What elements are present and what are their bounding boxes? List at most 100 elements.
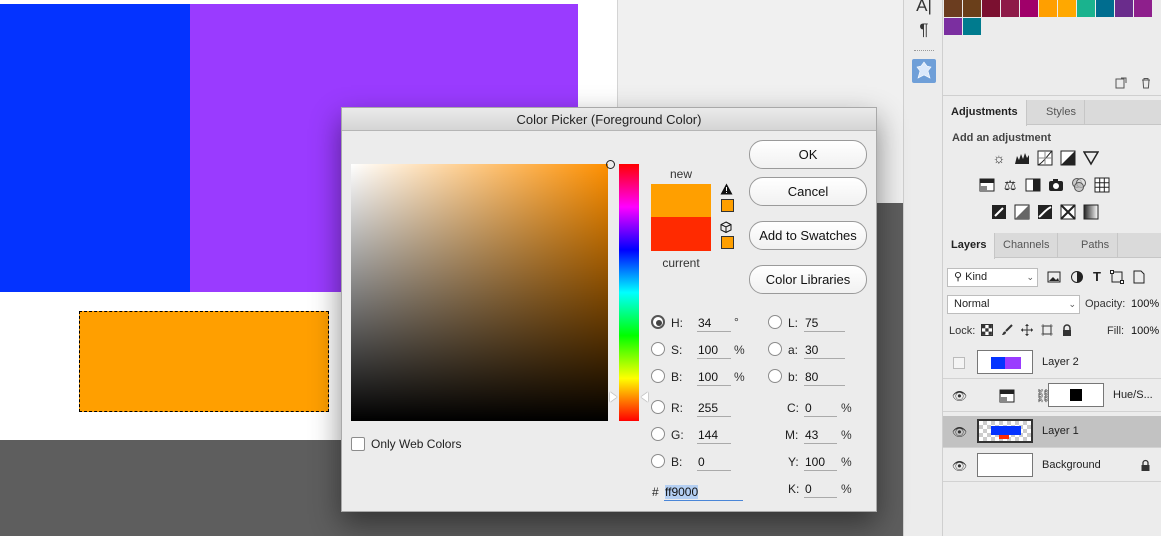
brightness-radio[interactable] [651,369,665,383]
hue-slider[interactable] [619,164,639,421]
lock-all-icon[interactable] [1061,324,1073,339]
color-swatch[interactable] [944,0,962,17]
clone-source-icon[interactable] [912,59,936,83]
lab-l-radio[interactable] [768,315,782,329]
red-radio[interactable] [651,400,665,414]
ok-button[interactable]: OK [749,140,867,169]
yellow-field[interactable]: 100 [804,454,837,471]
gradient-triangle-icon[interactable] [1082,150,1100,166]
color-swatch[interactable] [1039,0,1057,17]
fill-value[interactable]: 100% [1131,325,1159,337]
color-lookup-icon[interactable] [1094,177,1110,193]
trash-icon[interactable] [1140,77,1152,92]
cyan-field[interactable]: 0 [804,400,837,417]
threshold-icon[interactable] [1037,204,1053,220]
lab-b-radio[interactable] [768,369,782,383]
hue-saturation-icon[interactable] [979,177,995,193]
gamut-warning-icon[interactable] [720,183,733,198]
layer-row-background[interactable]: 👁 Background [943,450,1161,482]
red-field[interactable]: 255 [697,400,731,417]
current-color-swatch[interactable] [651,217,711,251]
only-web-colors-label[interactable]: Only Web Colors [371,437,461,451]
tab-layers[interactable]: Layers [943,233,996,259]
image-filter-icon[interactable] [1047,270,1061,287]
lab-a-field[interactable]: 30 [804,342,845,359]
color-field-marker[interactable] [606,160,615,169]
color-swatch[interactable] [963,0,981,17]
color-swatch[interactable] [1058,0,1076,17]
cancel-button[interactable]: Cancel [749,177,867,206]
layer-row-hue-saturation[interactable]: 👁 ⛓ Hue/S... [943,380,1161,412]
saturation-radio[interactable] [651,342,665,356]
lab-b-field[interactable]: 80 [804,369,845,386]
tab-channels[interactable]: Channels [995,233,1059,258]
hue-slider-right-arrow[interactable] [641,392,648,402]
lock-transparent-icon[interactable] [981,324,993,339]
websafe-color-swatch[interactable] [721,236,734,249]
add-to-swatches-button[interactable]: Add to Swatches [749,221,867,250]
tab-styles[interactable]: Styles [1038,100,1085,125]
type-filter-icon[interactable]: T [1093,270,1101,287]
black-field[interactable]: 0 [804,481,837,498]
color-swatch[interactable] [1001,0,1019,17]
lock-artboard-icon[interactable] [1041,324,1053,339]
layer-mask-thumbnail[interactable] [1048,383,1104,407]
black-white-icon[interactable] [1025,177,1041,193]
shape-filter-icon[interactable] [1109,270,1124,287]
type-icon[interactable]: A| [904,0,944,16]
levels-icon[interactable] [1014,150,1030,166]
color-swatch[interactable] [1096,0,1114,17]
hue-field[interactable]: 34 [697,315,731,332]
green-radio[interactable] [651,427,665,441]
blend-mode-select[interactable]: Normal ⌄ [947,295,1080,314]
saturation-brightness-field[interactable] [351,160,615,421]
color-swatch[interactable] [963,18,981,35]
color-balance-icon[interactable]: ⚖ [1002,177,1018,193]
layer-row-layer-1[interactable]: 👁 Layer 1 [943,416,1161,448]
invert-icon[interactable] [991,204,1007,220]
lab-l-field[interactable]: 75 [804,315,845,332]
paragraph-icon[interactable]: ¶ [904,20,944,40]
lab-a-radio[interactable] [768,342,782,356]
only-web-colors-checkbox[interactable] [351,437,365,451]
adjustment-filter-icon[interactable] [1070,270,1084,287]
color-swatch[interactable] [1134,0,1152,17]
color-swatch[interactable] [982,0,1000,17]
saturation-field[interactable]: 100 [697,342,731,359]
color-swatch[interactable] [1115,0,1133,17]
selective-color-icon[interactable] [1060,204,1076,220]
color-swatch[interactable] [944,18,962,35]
curves-icon[interactable] [1037,150,1053,166]
color-swatch[interactable] [1020,0,1038,17]
channel-mixer-icon[interactable] [1071,177,1087,193]
exposure-icon[interactable] [1060,150,1076,166]
color-swatch[interactable] [1077,0,1095,17]
brightness-contrast-icon[interactable]: ☼ [991,150,1007,166]
hex-field[interactable]: ff9000 [664,484,743,501]
gradient-map-icon[interactable] [1083,204,1099,220]
strip-grip[interactable] [914,50,934,53]
lock-move-icon[interactable] [1021,324,1033,339]
eye-icon[interactable]: 👁 [952,389,967,403]
opacity-value[interactable]: 100% [1131,298,1159,310]
color-libraries-button[interactable]: Color Libraries [749,265,867,294]
websafe-cube-icon[interactable] [720,221,732,236]
layer-row-layer-2[interactable]: Layer 2 [943,347,1161,379]
magenta-field[interactable]: 43 [804,427,837,444]
brightness-field[interactable]: 100 [697,369,731,386]
visibility-toggle-empty[interactable] [953,357,965,369]
hue-slider-left-arrow[interactable] [610,392,617,402]
hue-radio[interactable] [651,315,665,329]
green-field[interactable]: 144 [697,427,731,444]
gamut-color-swatch[interactable] [721,199,734,212]
posterize-icon[interactable] [1014,204,1030,220]
smart-object-filter-icon[interactable] [1133,270,1145,287]
blue-radio[interactable] [651,454,665,468]
photo-filter-icon[interactable] [1048,177,1064,193]
eye-icon[interactable]: 👁 [952,425,967,439]
layer-filter-kind-select[interactable]: ⚲ Kind ⌄ [947,268,1038,287]
dialog-title[interactable]: Color Picker (Foreground Color) [342,108,876,131]
new-swatch-icon[interactable] [1115,77,1127,92]
tab-adjustments[interactable]: Adjustments [943,100,1027,126]
blue-field[interactable]: 0 [697,454,731,471]
